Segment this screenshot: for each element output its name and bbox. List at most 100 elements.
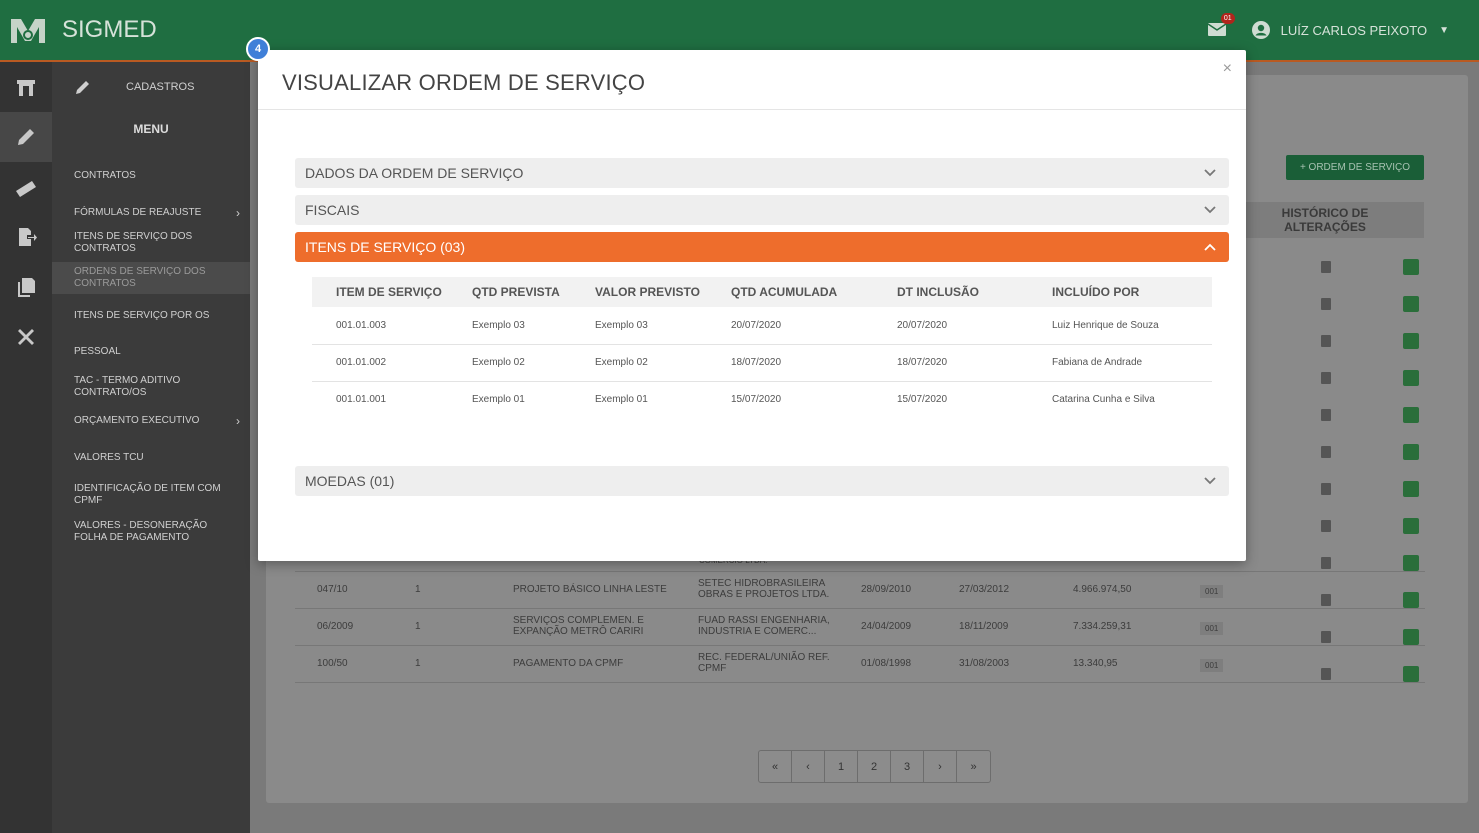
modal-title: VISUALIZAR ORDEM DE SERVIÇO [282,70,646,95]
table-row: 001.01.001 Exemplo 01 Exemplo 01 15/07/2… [312,381,1212,418]
table-cell: Exemplo 02 [448,344,571,382]
menu-item-orcamento-executivo[interactable]: ORÇAMENTO EXECUTIVO › [52,409,250,433]
table-cell: Luiz Henrique de Souza [1028,307,1212,345]
rail-home[interactable] [0,62,52,112]
chevron-up-icon [1204,243,1216,251]
table-cell: 4.966.974,50 [1073,584,1132,595]
add-ordem-servico-button[interactable]: + ORDEM DE SERVIÇO [1286,155,1424,180]
list-icon[interactable] [1403,369,1419,386]
table-cell: PROJETO BÁSICO LINHA LESTE [513,584,667,595]
app-name: SIGMED [62,16,157,43]
accordion-dados-ordem-servico[interactable]: DADOS DA ORDEM DE SERVIÇO [295,158,1229,188]
ruler-icon [16,181,36,197]
icon-rail [0,62,52,833]
chevron-right-icon: › [236,414,240,428]
menu-item-itens-servico-os[interactable]: ITENS DE SERVIÇO POR OS [52,304,250,328]
table-cell: 15/07/2020 [897,394,948,406]
menu-item-label: VALORES - DESONERAÇÃO FOLHA DE PAGAMENTO [74,520,208,543]
pencil-icon [76,81,89,94]
list-icon[interactable] [1403,406,1419,423]
menu-item-label: TAC - TERMO ADITIVO CONTRATO/OS [74,375,181,398]
list-icon[interactable] [1403,258,1419,275]
document-icon[interactable] [1321,297,1331,310]
page-3-button[interactable]: 3 [891,751,924,782]
menu-item-pessoal[interactable]: PESSOAL [52,340,250,364]
menu-item-tac[interactable]: TAC - TERMO ADITIVO CONTRATO/OS [52,372,250,402]
menu-item-label: VALORES TCU [74,452,144,463]
page-1-button[interactable]: 1 [825,751,858,782]
rail-export[interactable] [0,212,52,262]
menu-item-valores-desoneracao[interactable]: VALORES - DESONERAÇÃO FOLHA DE PAGAMENTO [52,517,250,547]
user-name[interactable]: LUÍZ CARLOS PEIXOTO [1281,23,1427,38]
document-icon[interactable] [1321,334,1331,347]
menu-item-valores-tcu[interactable]: VALORES TCU [52,446,250,470]
sigmed-logo-icon [8,14,48,46]
table-cell: Exemplo 02 [571,344,707,382]
column-header: DT INCLUSÃO [873,277,1028,307]
first-page-button[interactable]: « [759,751,792,782]
menu-item-contratos[interactable]: CONTRATOS [52,164,250,188]
table-cell: FUAD RASSI ENGENHARIA, INDUSTRIA E COMER… [698,615,830,637]
menu-item-label: FÓRMULAS DE REAJUSTE [74,207,202,218]
document-icon[interactable] [1321,408,1331,421]
step-badge: 4 [246,37,270,61]
accordion-itens-servico[interactable]: ITENS DE SERVIÇO (03) [295,232,1229,262]
table-cell: 15/07/2020 [731,394,782,406]
menu-item-ordens-servico-contratos[interactable]: ORDENS DE SERVIÇO DOS CONTRATOS [52,262,250,294]
menu-item-itens-servico-contratos[interactable]: ITENS DE SERVIÇO DOS CONTRATOS [52,228,250,258]
last-page-button[interactable]: » [957,751,990,782]
status-badge: 001 [1200,585,1224,598]
menu-item-label: PESSOAL [74,346,121,357]
menu-item-label: ITENS DE SERVIÇO DOS CONTRATOS [74,231,193,254]
table-cell: 20/07/2020 [707,307,873,345]
list-icon[interactable] [1403,517,1419,534]
list-icon[interactable] [1403,332,1419,349]
table-row [1316,470,1426,507]
close-icon[interactable]: × [1223,60,1232,78]
user-avatar-icon[interactable] [1251,20,1271,40]
menu-section-header[interactable]: CADASTROS [52,62,250,112]
pagination: « ‹ 1 2 3 › » [758,750,991,783]
rail-copy[interactable] [0,262,52,312]
table-row[interactable]: 06/2009 1 SERVIÇOS COMPLEMEN. E EXPANÇÃO… [295,609,1425,646]
list-icon[interactable] [1403,295,1419,312]
table-cell: Catarina Cunha e Silva [1052,394,1155,406]
accordion-moedas[interactable]: MOEDAS (01) [295,466,1229,496]
table-cell: Exemplo 03 [571,307,707,345]
menu-title: MENU [133,122,169,136]
page-2-button[interactable]: 2 [858,751,891,782]
document-icon[interactable] [1321,260,1331,273]
document-icon[interactable] [1321,445,1331,458]
prev-page-button[interactable]: ‹ [792,751,825,782]
rail-tools[interactable] [0,312,52,362]
accordion-label: DADOS DA ORDEM DE SERVIÇO [305,165,524,181]
list-icon[interactable] [1403,443,1419,460]
accordion-fiscais[interactable]: FISCAIS [295,195,1229,225]
mail-button[interactable]: 01 [1207,13,1235,39]
copy-icon [18,278,35,297]
next-page-button[interactable]: › [924,751,957,782]
brand[interactable]: SIGMED [8,14,157,46]
document-icon[interactable] [1321,482,1331,495]
table-cell: 001.01.003 [312,307,448,345]
caret-down-icon[interactable]: ▼ [1439,25,1449,36]
menu-item-formulas-reajuste[interactable]: FÓRMULAS DE REAJUSTE › [52,201,250,225]
table-row[interactable]: 100/50 1 PAGAMENTO DA CPMF REC. FEDERAL/… [295,646,1425,683]
document-icon[interactable] [1321,519,1331,532]
side-menu: CADASTROS MENU CONTRATOS FÓRMULAS DE REA… [52,62,250,833]
table-row [1316,433,1426,470]
modal-divider [258,109,1246,110]
table-row[interactable]: 047/10 1 PROJETO BÁSICO LINHA LESTE SETE… [295,572,1425,609]
rail-measure[interactable] [0,162,52,212]
table-cell: 01/08/1998 [861,658,912,669]
column-header: QTD ACUMULADA [707,277,873,307]
chevron-down-icon [1204,206,1216,214]
menu-item-label: CONTRATOS [74,170,136,181]
table-cell: 1 [415,584,421,595]
menu-item-identificacao-cpmf[interactable]: IDENTIFICAÇÃO DE ITEM COM CPMF [52,480,250,510]
table-cell: 7.334.259,31 [1073,621,1132,632]
list-icon[interactable] [1403,480,1419,497]
document-icon[interactable] [1321,371,1331,384]
rail-cadastros[interactable] [0,112,52,162]
accordion-label: ITENS DE SERVIÇO (03) [305,239,466,255]
